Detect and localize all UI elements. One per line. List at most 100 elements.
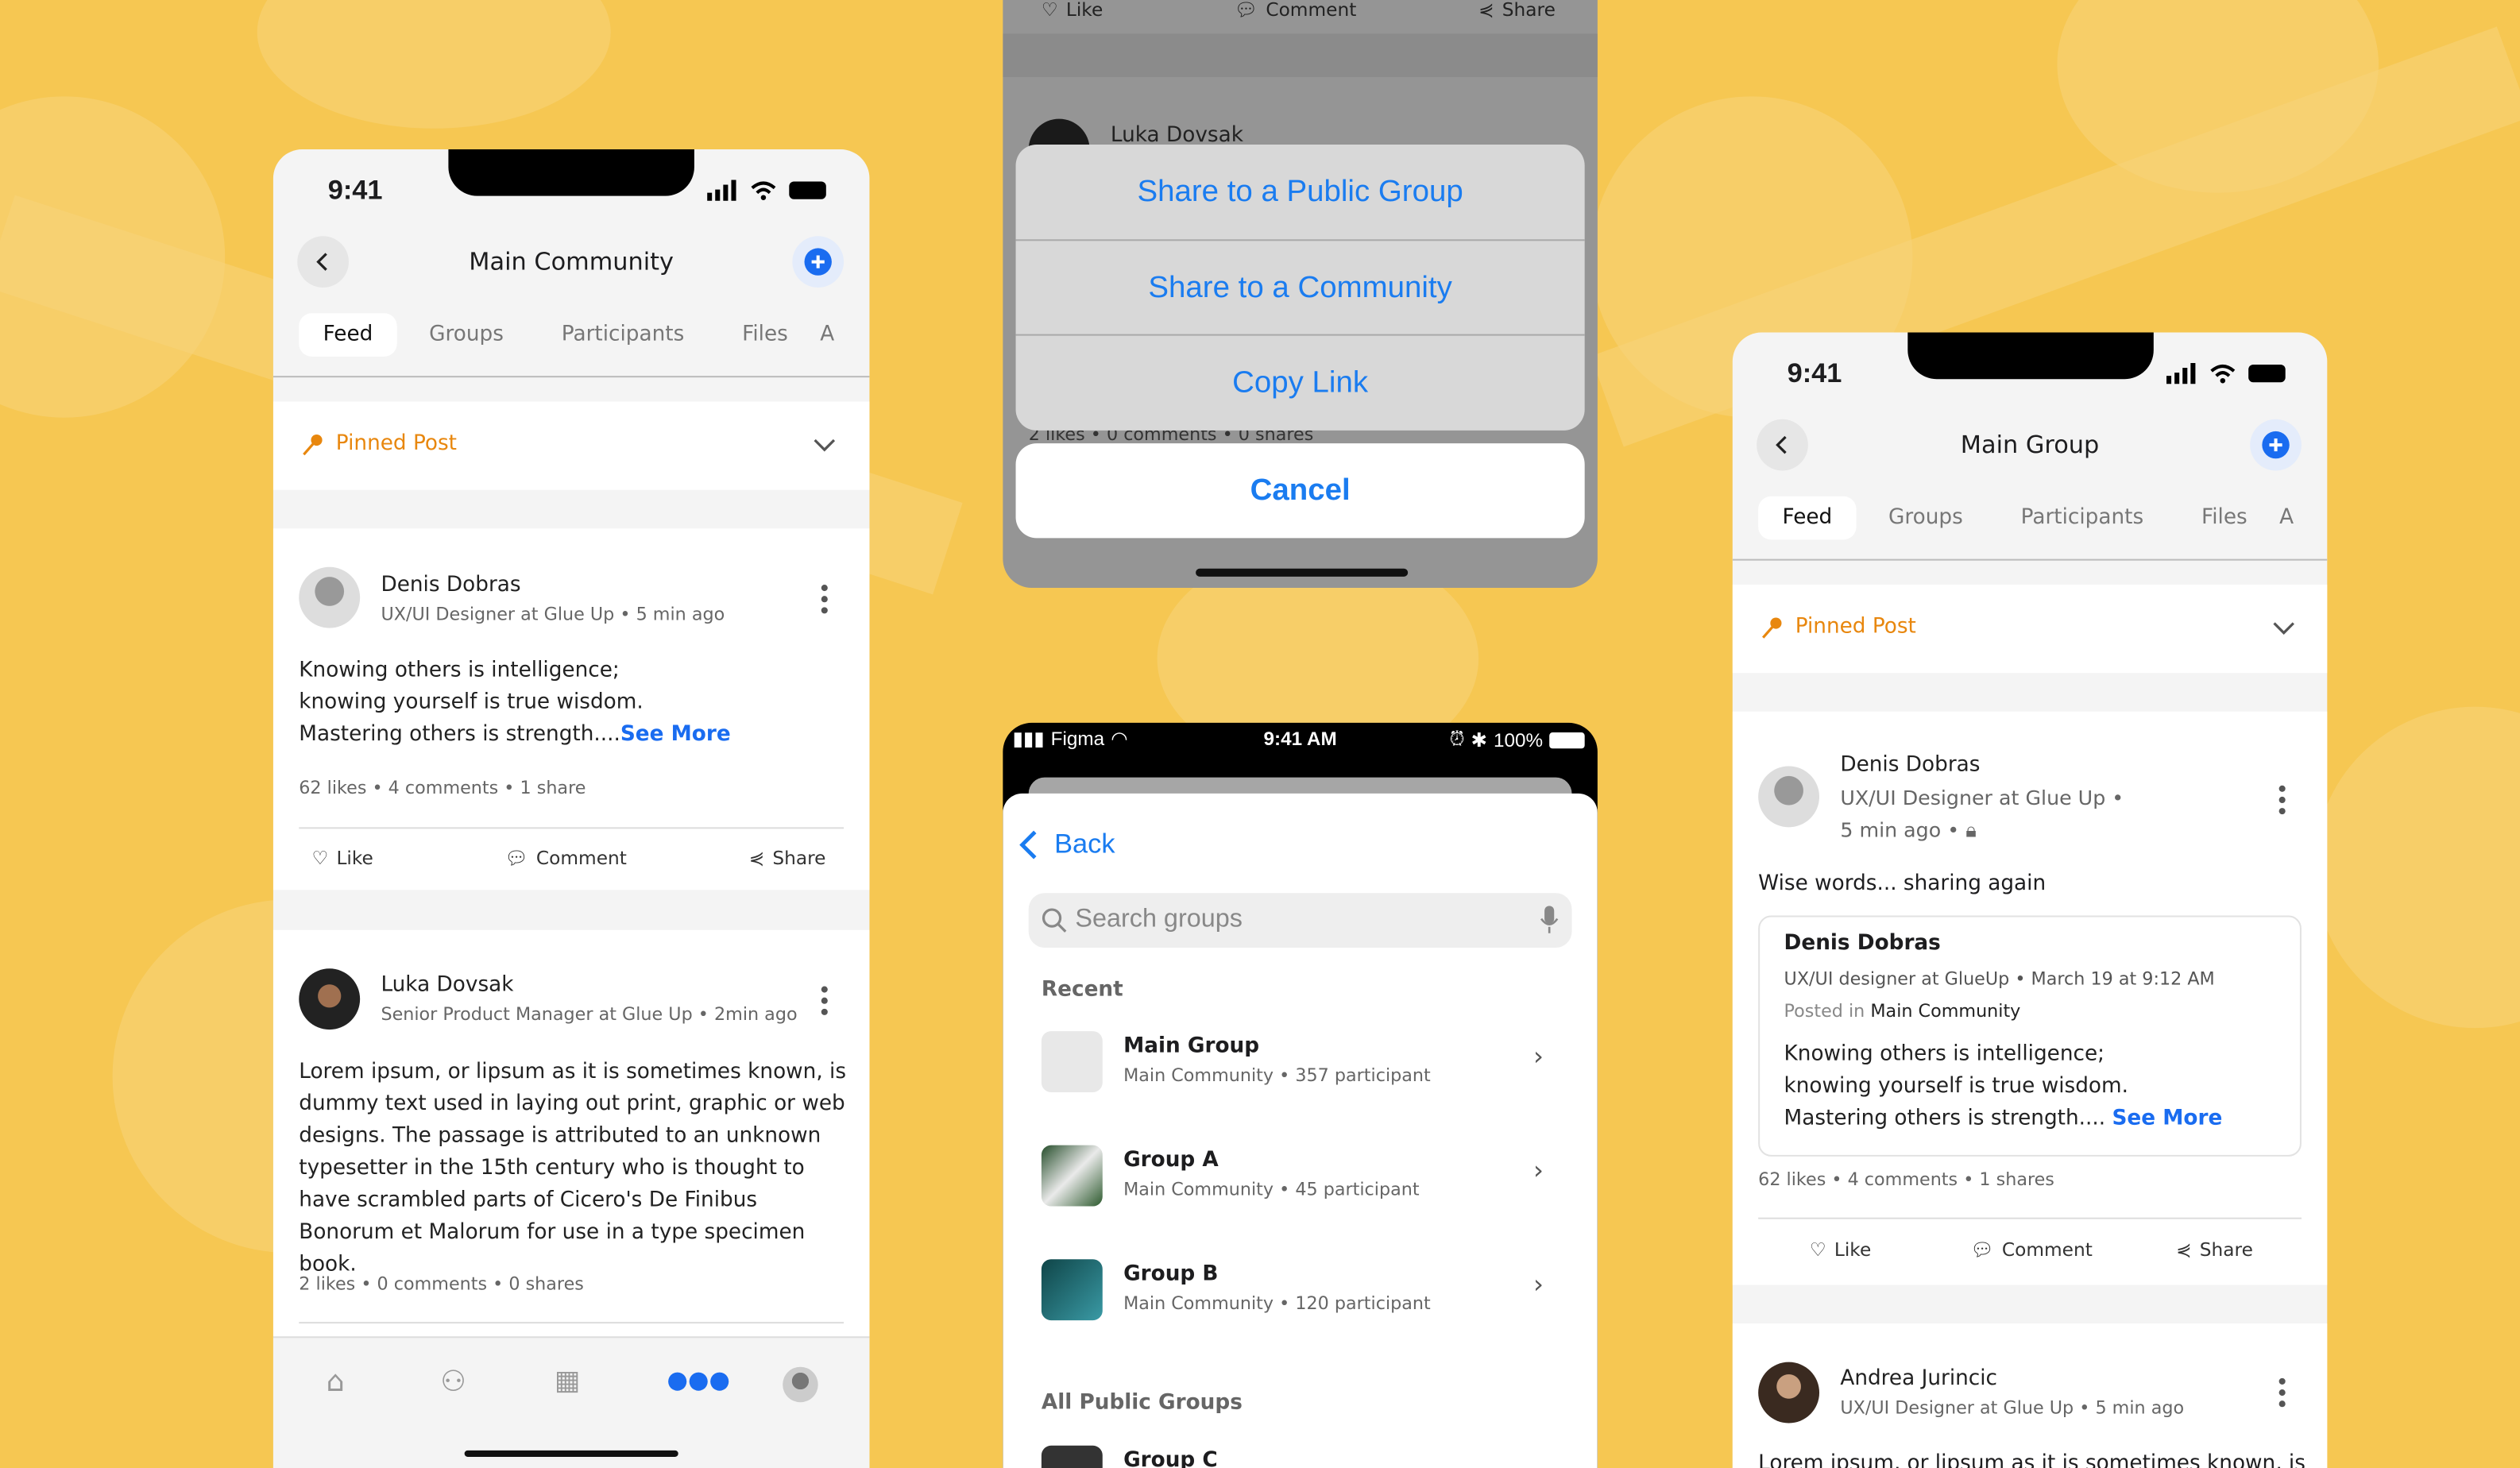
embedded-post[interactable]: Denis Dobras UX/UI designer at GlueUp • … [1758,915,2302,1157]
like-button[interactable]: ♡ Like [1810,1238,1871,1261]
posted-in-community-link[interactable]: Main Community [1870,1001,2020,1022]
group-row[interactable]: Group A Main Community • 45 participant › [1003,1145,1598,1207]
back-button[interactable]: Back [1019,829,1115,860]
share-to-community-option[interactable]: Share to a Community [1016,241,1585,335]
sheet: Back Search groups Recent Main Group Main… [1003,793,1598,1468]
pinned-post-label: Pinned Post [335,431,458,457]
group-thumbnail [1041,1259,1103,1321]
comment-button[interactable]: 💬︎ Comment [1970,1238,2093,1261]
divider [299,1322,845,1324]
tab-groups[interactable]: Groups [429,323,504,346]
page-title: Main Community [469,247,674,276]
status-bar-right: ⏰︎ ✱ 100% [1449,728,1585,751]
copy-link-option[interactable]: Copy Link [1016,336,1585,431]
network-icon[interactable]: ⚇ [440,1366,466,1399]
status-time: 9:41 [1787,357,1842,389]
author-name[interactable]: Denis Dobras [381,574,520,597]
like-button[interactable]: ♡ Like [311,847,373,869]
tab-bar: Feed Groups Participants Files A [1758,496,2294,540]
tab-groups[interactable]: Groups [1888,506,1963,530]
page-title: Main Group [1960,430,2100,460]
divider [272,376,870,378]
share-options-group: Share to a Public Group Share to a Commu… [1015,144,1585,431]
chevron-right-icon: › [1532,1154,1544,1186]
section-label-all-public: All Public Groups [1041,1391,1243,1416]
tab-more[interactable]: A [2279,506,2294,530]
comment-icon: 💬︎ [504,846,528,869]
add-button[interactable] [792,236,845,288]
tab-feed[interactable]: Feed [1758,496,1857,540]
groups-icon[interactable]: ●●● [667,1366,730,1394]
embedded-body: Knowing others is intelligence; knowing y… [1784,1042,2223,1131]
see-more-link[interactable]: See More [2112,1107,2222,1130]
pinned-post-bar[interactable]: Pinned Post [1732,585,2328,674]
tab-files[interactable]: Files [2201,506,2248,530]
more-options-icon[interactable] [821,585,828,618]
post-meta: UX/UI Designer at Glue Up • 5 min ago [1840,1397,2185,1419]
posted-in: Posted in Main Community [1784,1000,2021,1022]
tab-participants[interactable]: Participants [562,323,685,346]
author-name[interactable]: Andrea Jurincic [1840,1367,1997,1391]
comment-button[interactable]: 💬︎ Comment [504,847,627,869]
post-body: Lorem ipsum, or lipsum as it is sometime… [299,1060,847,1277]
post-meta: UX/UI Designer at Glue Up • 5 min ago [381,604,725,625]
heart-icon: ♡ [1809,1238,1826,1261]
notch [448,149,694,196]
search-placeholder: Search groups [1075,906,1243,933]
author-avatar[interactable] [1758,766,1820,828]
calendar-icon[interactable]: ▦ [555,1366,580,1397]
home-icon[interactable]: ⌂ [327,1366,345,1399]
comment-button: 💬︎ Comment [1234,0,1357,21]
chevron-down-icon [2273,622,2294,635]
share-icon: ⋞ [2176,1238,2192,1261]
more-options-icon[interactable] [2278,1377,2286,1412]
group-row[interactable]: Group C [1003,1445,1598,1468]
search-icon [1042,908,1067,933]
share-button[interactable]: ⋞ Share [2176,1238,2253,1261]
notch [1907,332,2154,380]
bluetooth-icon: ✱ [1471,728,1487,751]
post-meta: UX/UI Designer at Glue Up • [1840,785,2124,810]
home-indicator [1196,568,1409,577]
pinned-post-label: Pinned Post [1795,615,1916,639]
see-more-link[interactable]: See More [620,723,731,747]
author-avatar[interactable] [1758,1362,1820,1424]
microphone-icon[interactable] [1540,906,1559,934]
profile-avatar[interactable] [783,1366,818,1403]
group-row[interactable]: Main Group Main Community • 357 participa… [1003,1031,1598,1092]
author-name[interactable]: Denis Dobras [1840,753,1980,777]
bottom-tab-bar: ⌂ ⚇ ▦ ●●● [272,1336,870,1468]
tab-participants[interactable]: Participants [2021,506,2144,530]
chevron-left-icon [1019,830,1037,860]
share-button[interactable]: ⋞ Share [749,847,826,869]
group-thumbnail [1041,1145,1103,1207]
cancel-button[interactable]: Cancel [1015,443,1585,539]
post-card: Denis Dobras UX/UI Designer at Glue Up •… [272,528,870,890]
tab-feed[interactable]: Feed [299,313,397,357]
author-avatar[interactable] [299,968,361,1030]
group-thumbnail [1041,1031,1103,1092]
post-meta: Senior Product Manager at Glue Up • 2min… [381,1003,798,1026]
add-button[interactable] [2250,419,2302,471]
post-body: Lorem ipsum, or lipsum as it is sometime… [1758,1451,2305,1468]
comment-icon: 💬︎ [1970,1238,1994,1261]
status-icons [2166,362,2286,384]
search-input[interactable]: Search groups [1028,893,1572,948]
more-options-icon[interactable] [821,986,828,1020]
post-meta-time: 5 min ago • 🔒︎ [1840,817,1977,842]
group-meta: Main Community • 45 participant [1123,1179,1420,1200]
more-options-icon[interactable] [2278,785,2286,819]
pinned-post-bar[interactable]: Pinned Post [272,401,870,490]
group-row[interactable]: Group B Main Community • 120 participant › [1003,1259,1598,1321]
author-avatar[interactable] [299,566,361,628]
tab-more[interactable]: A [820,323,834,346]
author-name[interactable]: Luka Dovsak [381,973,513,997]
share-button: ⋞ Share [1478,0,1556,21]
share-icon: ⋞ [748,846,765,869]
group-name: Group C [1123,1448,1218,1468]
embedded-meta: UX/UI designer at GlueUp • March 19 at 9… [1784,968,2215,990]
plus-icon [2262,431,2290,459]
post-card: Luka Dovsak Senior Product Manager at Gl… [272,929,870,1337]
share-to-public-group-option[interactable]: Share to a Public Group [1016,145,1585,239]
tab-files[interactable]: Files [742,323,788,346]
